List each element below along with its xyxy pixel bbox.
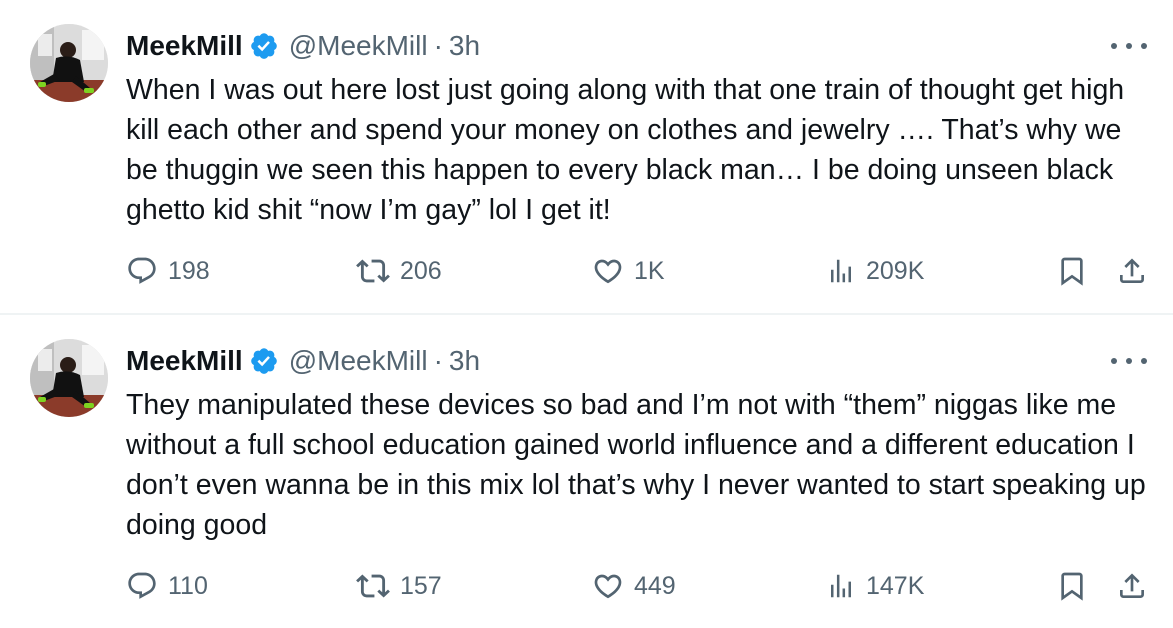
repost-icon	[356, 574, 390, 598]
timestamp[interactable]: 3h	[449, 345, 480, 377]
reply-count: 198	[168, 256, 210, 285]
repost-icon	[356, 259, 390, 283]
more-dots-icon[interactable]	[1111, 34, 1147, 58]
tweet-actions: 198 206 1K 209K	[126, 249, 1151, 293]
repost-button[interactable]: 206	[356, 249, 442, 293]
views-button[interactable]: 209K	[826, 249, 924, 293]
like-count: 449	[634, 571, 676, 600]
repost-count: 157	[400, 571, 442, 600]
verified-badge-icon	[249, 31, 279, 61]
share-button[interactable]	[1116, 249, 1148, 293]
heart-icon	[594, 574, 622, 599]
heart-icon	[594, 259, 622, 284]
avatar[interactable]	[30, 24, 108, 102]
tweet-header: MeekMill @MeekMill · 3h	[126, 341, 480, 381]
share-button[interactable]	[1116, 564, 1148, 608]
bookmark-icon	[1061, 257, 1083, 286]
reply-button[interactable]: 110	[126, 564, 208, 608]
views-chart-icon	[831, 259, 851, 283]
author-name[interactable]: MeekMill	[126, 30, 243, 62]
reply-icon	[128, 572, 156, 599]
reply-icon	[128, 257, 156, 284]
share-icon	[1120, 573, 1144, 598]
separator-dot: ·	[433, 345, 443, 376]
like-button[interactable]: 449	[592, 564, 676, 608]
tweet-actions: 110 157 449 147K	[126, 564, 1151, 608]
author-name[interactable]: MeekMill	[126, 345, 243, 377]
like-button[interactable]: 1K	[592, 249, 665, 293]
share-icon	[1120, 258, 1144, 283]
author-handle[interactable]: @MeekMill	[289, 30, 428, 62]
timestamp[interactable]: 3h	[449, 30, 480, 62]
tweet-card[interactable]: MeekMill @MeekMill · 3h When I was out h…	[0, 0, 1173, 313]
reply-count: 110	[168, 571, 208, 600]
repost-count: 206	[400, 256, 442, 285]
bookmark-button[interactable]	[1056, 564, 1088, 608]
views-button[interactable]: 147K	[826, 564, 924, 608]
timeline-feed: MeekMill @MeekMill · 3h When I was out h…	[0, 0, 1173, 628]
bookmark-icon	[1061, 572, 1083, 601]
like-count: 1K	[634, 256, 665, 285]
bookmark-button[interactable]	[1056, 249, 1088, 293]
author-handle[interactable]: @MeekMill	[289, 345, 428, 377]
tweet-card[interactable]: MeekMill @MeekMill · 3h They manipulated…	[0, 315, 1173, 628]
reply-button[interactable]: 198	[126, 249, 210, 293]
views-count: 209K	[866, 256, 925, 285]
more-dots-icon[interactable]	[1111, 349, 1147, 373]
separator-dot: ·	[433, 30, 443, 61]
repost-button[interactable]: 157	[356, 564, 442, 608]
views-count: 147K	[866, 571, 925, 600]
avatar[interactable]	[30, 339, 108, 417]
tweet-header: MeekMill @MeekMill · 3h	[126, 26, 480, 66]
views-chart-icon	[831, 574, 851, 598]
tweet-text: They manipulated these devices so bad an…	[126, 389, 1146, 541]
tweet-text: When I was out here lost just going alon…	[126, 74, 1125, 226]
verified-badge-icon	[249, 346, 279, 376]
